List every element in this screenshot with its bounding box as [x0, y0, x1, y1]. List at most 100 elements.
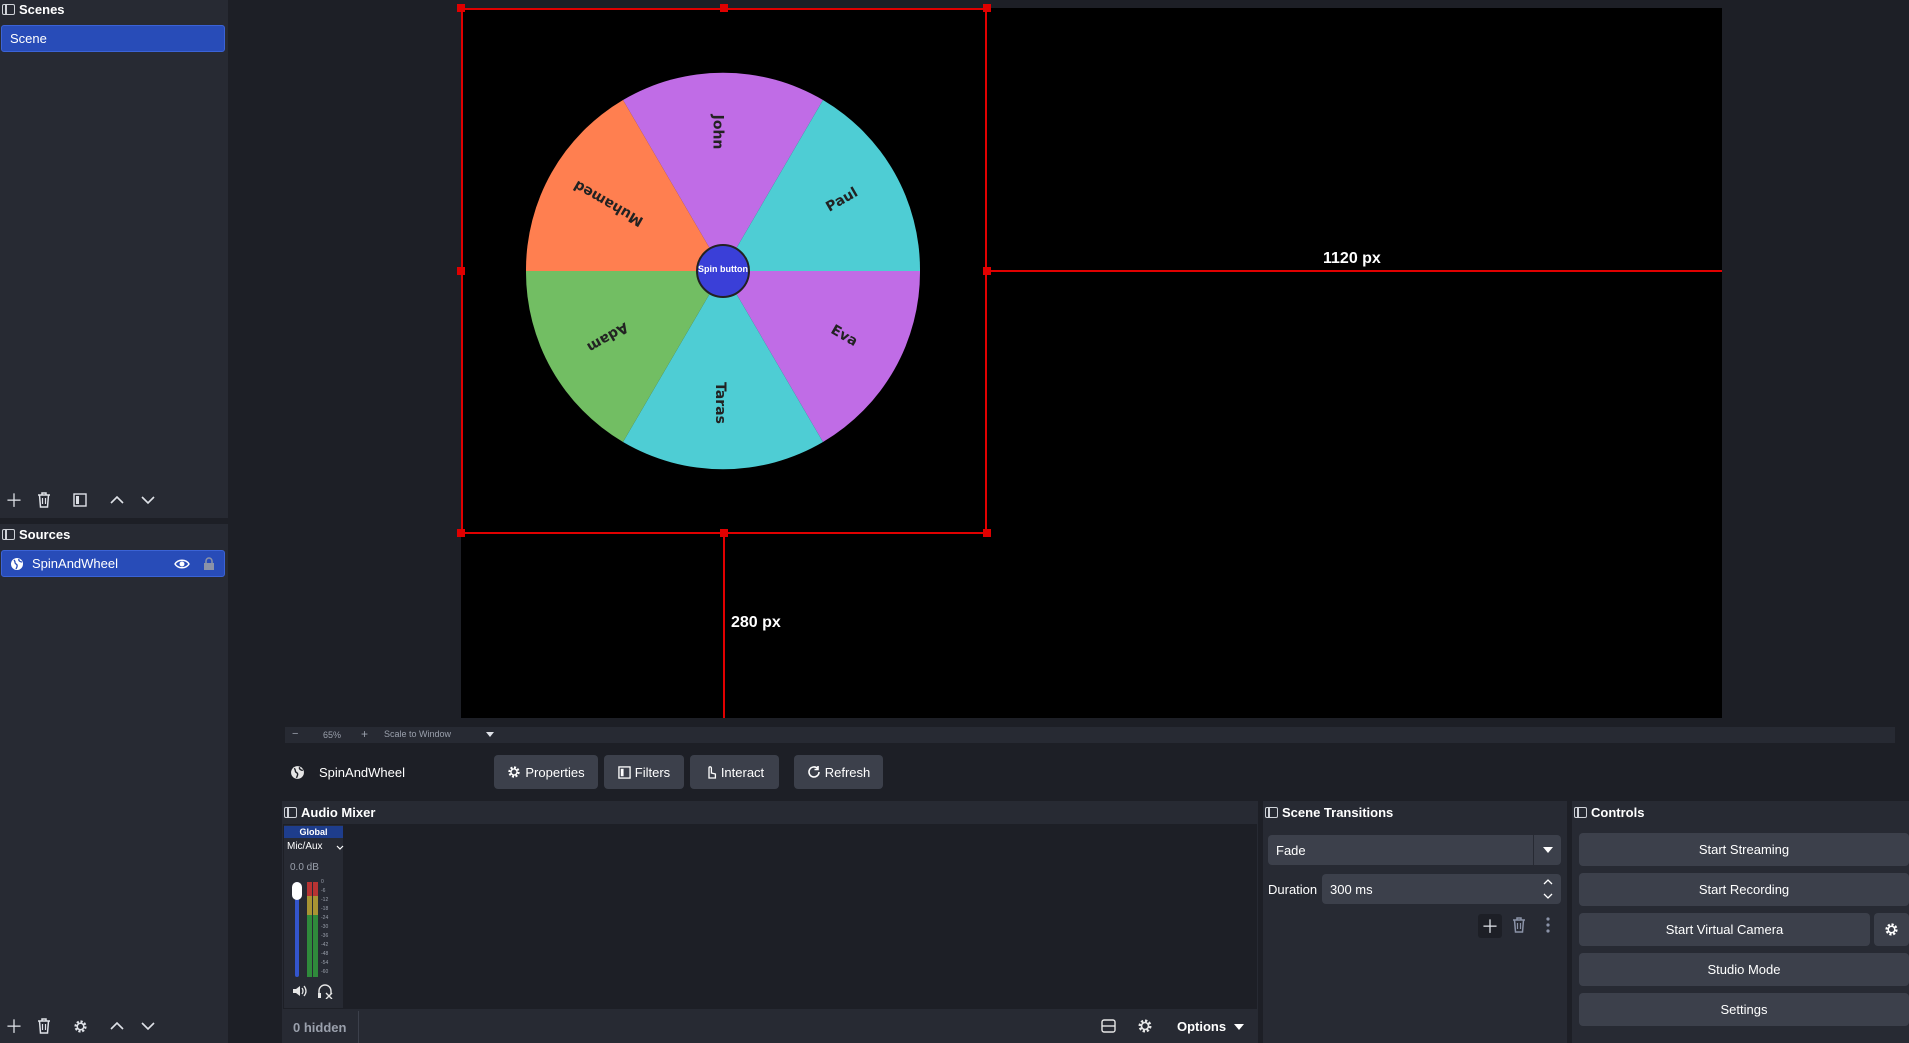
db-value: 0.0 dB: [290, 862, 319, 873]
scale-mode-select[interactable]: Scale to Window: [384, 727, 494, 741]
caret-down-icon: [1234, 1023, 1245, 1030]
meter-bar: [307, 882, 312, 977]
pointer-hand-icon: [708, 766, 716, 779]
scene-move-down-button[interactable]: [137, 489, 159, 511]
interact-label: Interact: [720, 764, 765, 780]
headphones-icon[interactable]: [317, 984, 333, 999]
meter-tick: -42: [321, 942, 329, 948]
trash-icon: [38, 1018, 50, 1034]
audio-mixer-title-bar: Audio Mixer: [284, 803, 375, 821]
channel-name-select[interactable]: Mic/Aux: [287, 841, 345, 855]
remove-transition-button[interactable]: [1508, 914, 1530, 936]
audio-mixer-title: Audio Mixer: [301, 804, 376, 820]
volume-slider-handle[interactable]: [292, 882, 302, 900]
refresh-button[interactable]: Refresh: [794, 755, 883, 789]
transition-select[interactable]: Fade: [1268, 835, 1561, 865]
advanced-audio-icon[interactable]: [1137, 1018, 1153, 1034]
meter-tick: -60: [321, 969, 329, 975]
duration-label: Duration: [1268, 882, 1318, 897]
mixer-options-button[interactable]: Options: [1166, 1011, 1256, 1042]
start-recording-button[interactable]: Start Recording: [1579, 873, 1909, 906]
dock-icon: [2, 3, 15, 15]
studio-mode-button[interactable]: Studio Mode: [1579, 953, 1909, 986]
transition-menu-button[interactable]: [1537, 914, 1559, 936]
filters-button[interactable]: Filters: [604, 755, 684, 789]
trash-icon: [38, 492, 50, 508]
refresh-label: Refresh: [824, 764, 871, 780]
source-item-label: SpinAndWheel: [32, 556, 118, 571]
selection-box[interactable]: [461, 8, 987, 534]
divider: [358, 1011, 359, 1043]
zoom-value: 65%: [323, 730, 342, 740]
resize-handle[interactable]: [457, 529, 465, 537]
select-divider: [1533, 835, 1534, 865]
resize-handle[interactable]: [983, 529, 991, 537]
speaker-icon[interactable]: [292, 984, 308, 998]
channel-name-label: Mic/Aux: [287, 841, 323, 852]
meter-tick: -12: [321, 897, 329, 903]
resize-handle[interactable]: [720, 4, 728, 12]
caret-down-icon: [486, 731, 494, 737]
meter-tick: -48: [321, 951, 329, 957]
meter-ticks: 0 -6 -12 -18 -24 -30 -36 -42 -48 -54 -60: [321, 878, 343, 978]
mixer-options-label: Options: [1177, 1019, 1227, 1034]
trash-icon: [1513, 917, 1525, 933]
chevron-up-icon[interactable]: [1543, 878, 1553, 885]
filter-icon: [618, 765, 631, 779]
meter-tick: -30: [321, 924, 329, 930]
scene-filters-button[interactable]: [69, 489, 91, 511]
meter-bar: [313, 882, 318, 977]
source-move-up-button[interactable]: [106, 1015, 128, 1037]
mixer-content: [283, 824, 1257, 1009]
hidden-count[interactable]: 0 hidden: [293, 1020, 346, 1035]
scene-transitions-title-bar: Scene Transitions: [1265, 803, 1393, 821]
gear-icon: [508, 766, 521, 778]
resize-handle[interactable]: [457, 267, 465, 275]
start-virtual-camera-button[interactable]: Start Virtual Camera: [1579, 913, 1870, 946]
zoom-bar: [285, 727, 1895, 743]
meter-tick: 0: [321, 879, 324, 885]
eye-icon[interactable]: [174, 558, 190, 570]
layout-toggle-icon[interactable]: [1101, 1019, 1116, 1033]
scene-move-up-button[interactable]: [106, 489, 128, 511]
virtual-camera-settings-button[interactable]: [1874, 913, 1909, 946]
chevron-down-icon[interactable]: [1543, 893, 1553, 900]
settings-button[interactable]: Settings: [1579, 993, 1909, 1026]
sources-dock-title: Sources: [2, 525, 70, 543]
remove-source-button[interactable]: [33, 1015, 55, 1037]
source-properties-button[interactable]: [69, 1015, 91, 1037]
duration-input[interactable]: 300 ms: [1322, 874, 1561, 904]
dock-icon: [284, 806, 297, 818]
lock-icon[interactable]: [203, 556, 215, 571]
source-item[interactable]: SpinAndWheel: [1, 550, 225, 577]
add-scene-button[interactable]: ＋: [3, 489, 25, 511]
scale-mode-label: Scale to Window: [384, 729, 452, 739]
horizontal-measure-label: 1120 px: [1323, 250, 1381, 267]
scenes-dock: [0, 0, 228, 518]
zoom-out-button[interactable]: −: [292, 728, 298, 740]
refresh-icon: [807, 766, 820, 778]
properties-label: Properties: [525, 764, 585, 780]
zoom-in-button[interactable]: +: [361, 727, 368, 741]
remove-scene-button[interactable]: [33, 489, 55, 511]
scene-item[interactable]: Scene: [1, 25, 225, 52]
properties-button[interactable]: Properties: [494, 755, 598, 789]
context-source-name: SpinAndWheel: [319, 765, 405, 780]
chevron-down-icon: [141, 1022, 155, 1031]
meter-tick: -24: [321, 915, 329, 921]
globe-icon: [291, 766, 304, 779]
meter-tick: -36: [321, 933, 329, 939]
resize-handle[interactable]: [457, 4, 465, 12]
resize-handle[interactable]: [983, 4, 991, 12]
source-move-down-button[interactable]: [137, 1015, 159, 1037]
scenes-dock-title: Scenes: [2, 0, 65, 18]
interact-button[interactable]: Interact: [690, 755, 779, 789]
meter-tick: -6: [321, 888, 326, 894]
add-source-button[interactable]: ＋: [3, 1015, 25, 1037]
chevron-down-icon: [141, 496, 155, 505]
meter-tick: -54: [321, 960, 329, 966]
gear-icon: [73, 1019, 87, 1033]
add-transition-button[interactable]: ＋: [1478, 914, 1502, 938]
start-streaming-button[interactable]: Start Streaming: [1579, 833, 1909, 866]
filter-icon: [73, 493, 87, 507]
